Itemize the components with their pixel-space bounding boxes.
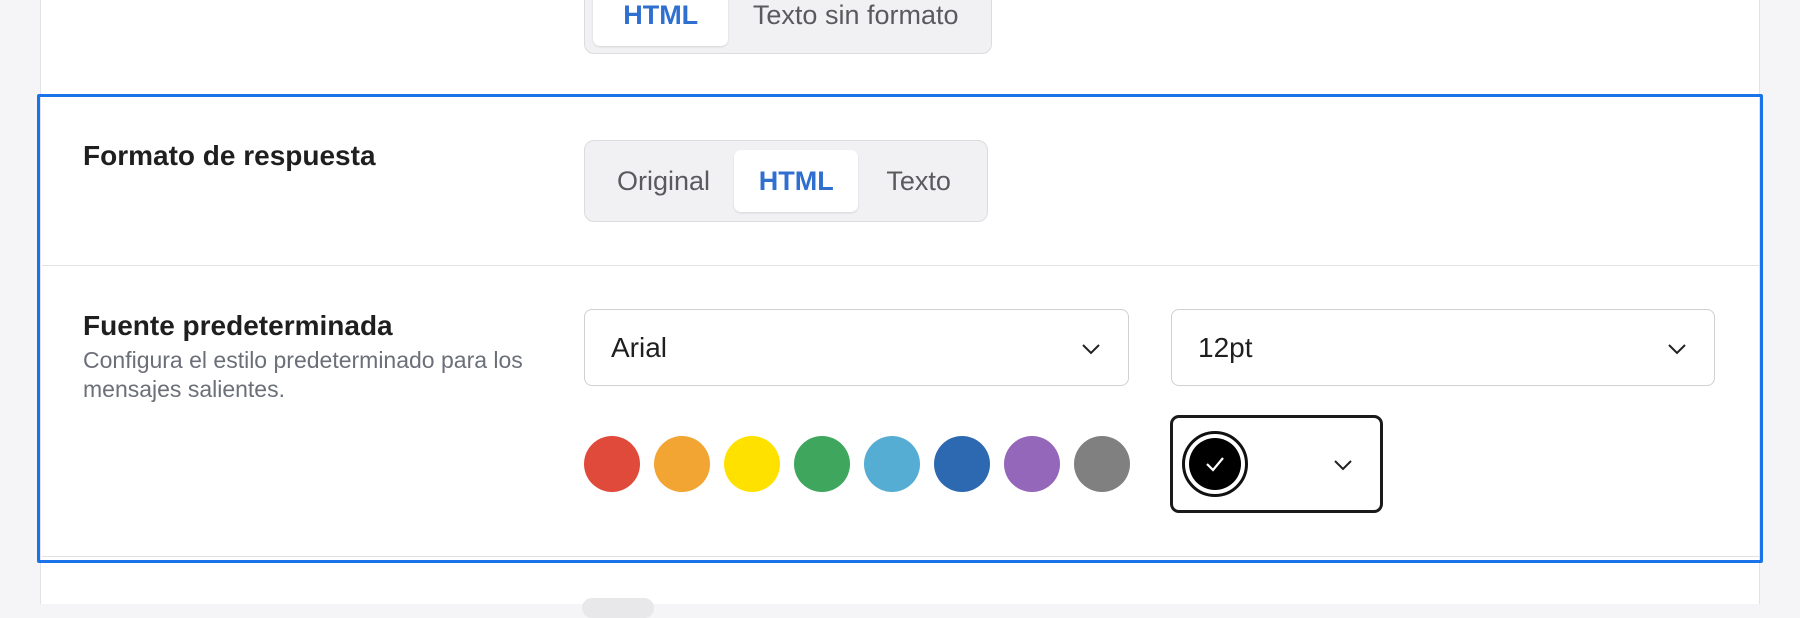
section-divider	[42, 556, 1760, 557]
color-swatch-red[interactable]	[584, 436, 640, 492]
reply-option-text[interactable]: Texto	[858, 150, 979, 212]
section-divider	[42, 265, 1760, 266]
color-swatch-blue[interactable]	[934, 436, 990, 492]
message-format-toggle: HTML Texto sin formato	[584, 0, 992, 54]
font-size-select[interactable]: 12pt	[1171, 309, 1715, 386]
color-swatch-gray[interactable]	[1074, 436, 1130, 492]
font-family-value: Arial	[611, 331, 668, 363]
color-swatch-purple[interactable]	[1004, 436, 1060, 492]
checkmark-icon	[1206, 457, 1224, 472]
default-font-description: Configura el estilo predeterminado para …	[83, 347, 523, 402]
color-swatch-light-blue[interactable]	[864, 436, 920, 492]
text-color-dropdown[interactable]	[1170, 415, 1383, 513]
format-option-html[interactable]: HTML	[593, 0, 729, 46]
partial-toggle[interactable]	[582, 598, 654, 618]
color-swatch-orange[interactable]	[654, 436, 710, 492]
selected-color-dot	[1189, 438, 1241, 490]
font-family-select[interactable]: Arial	[584, 309, 1129, 386]
color-swatch-yellow[interactable]	[724, 436, 780, 492]
settings-panel	[40, 0, 1760, 604]
reply-format-toggle: Original HTML Texto	[584, 140, 988, 222]
color-swatch-green[interactable]	[794, 436, 850, 492]
default-font-title: Fuente predeterminada	[83, 310, 393, 341]
reply-format-title: Formato de respuesta	[83, 140, 376, 171]
reply-option-original[interactable]: Original	[593, 150, 734, 212]
selected-color-ring	[1182, 431, 1248, 497]
chevron-down-icon	[1082, 344, 1100, 355]
chevron-down-icon	[1334, 460, 1352, 471]
reply-option-html[interactable]: HTML	[734, 150, 859, 212]
chevron-down-icon	[1668, 344, 1686, 355]
font-size-value: 12pt	[1198, 331, 1253, 363]
section-divider	[42, 96, 1760, 97]
format-option-plain-text[interactable]: Texto sin formato	[728, 0, 983, 46]
